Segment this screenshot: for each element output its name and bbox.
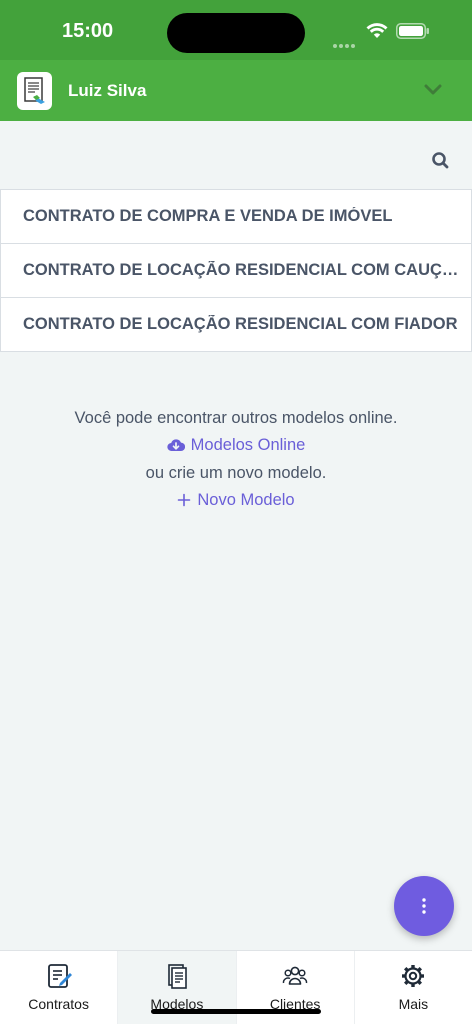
status-bar: 15:00 [0,0,472,60]
cloud-download-icon [167,439,185,451]
tab-label: Mais [398,996,429,1012]
account-name[interactable]: Luiz Silva [68,81,146,101]
templates-icon [168,964,187,989]
home-indicator[interactable] [151,1009,321,1014]
chevron-down-icon[interactable] [424,84,442,96]
clients-icon [282,966,308,985]
tab-contratos[interactable]: Contratos [0,951,119,1024]
list-item[interactable]: CONTRATO DE LOCAÇÃO RESIDENCIAL COM FIAD… [0,298,472,352]
empty-state: Você pode encontrar outros modelos onlin… [0,405,472,516]
template-title: CONTRATO DE COMPRA E VENDA DE IMÓVEL [23,207,393,225]
vertical-dots-icon [422,898,426,914]
more-actions-button[interactable] [394,876,454,936]
gear-icon [402,965,425,987]
hint-text: Você pode encontrar outros modelos onlin… [74,409,398,427]
dynamic-island [167,13,305,53]
search-icon[interactable] [430,150,452,172]
template-title: CONTRATO DE LOCAÇÃO RESIDENCIAL COM FIAD… [23,315,458,333]
new-template-label: Novo Modelo [197,490,295,509]
list-item[interactable]: CONTRATO DE COMPRA E VENDA DE IMÓVEL [0,190,472,244]
tab-mais[interactable]: Mais [355,951,472,1024]
online-templates-link[interactable]: Modelos Online [167,432,306,459]
new-template-link[interactable]: Novo Modelo [177,487,295,514]
contract-icon [47,964,72,988]
app-logo [17,72,52,110]
status-time: 15:00 [62,20,114,42]
wifi-icon [366,23,388,38]
online-templates-label: Modelos Online [190,435,306,454]
hint-text-2: ou crie um novo modelo. [145,464,327,483]
battery-icon [396,23,429,39]
templates-list: CONTRATO DE COMPRA E VENDA DE IMÓVEL CON… [0,189,472,352]
app-header: Luiz Silva [0,60,472,121]
list-item[interactable]: CONTRATO DE LOCAÇÃO RESIDENCIAL COM CAUÇ… [0,244,472,298]
tab-label: Contratos [28,996,89,1012]
signal-icon [333,35,359,48]
plus-icon [178,493,191,507]
template-title: CONTRATO DE LOCAÇÃO RESIDENCIAL COM CAUÇ… [23,261,463,279]
